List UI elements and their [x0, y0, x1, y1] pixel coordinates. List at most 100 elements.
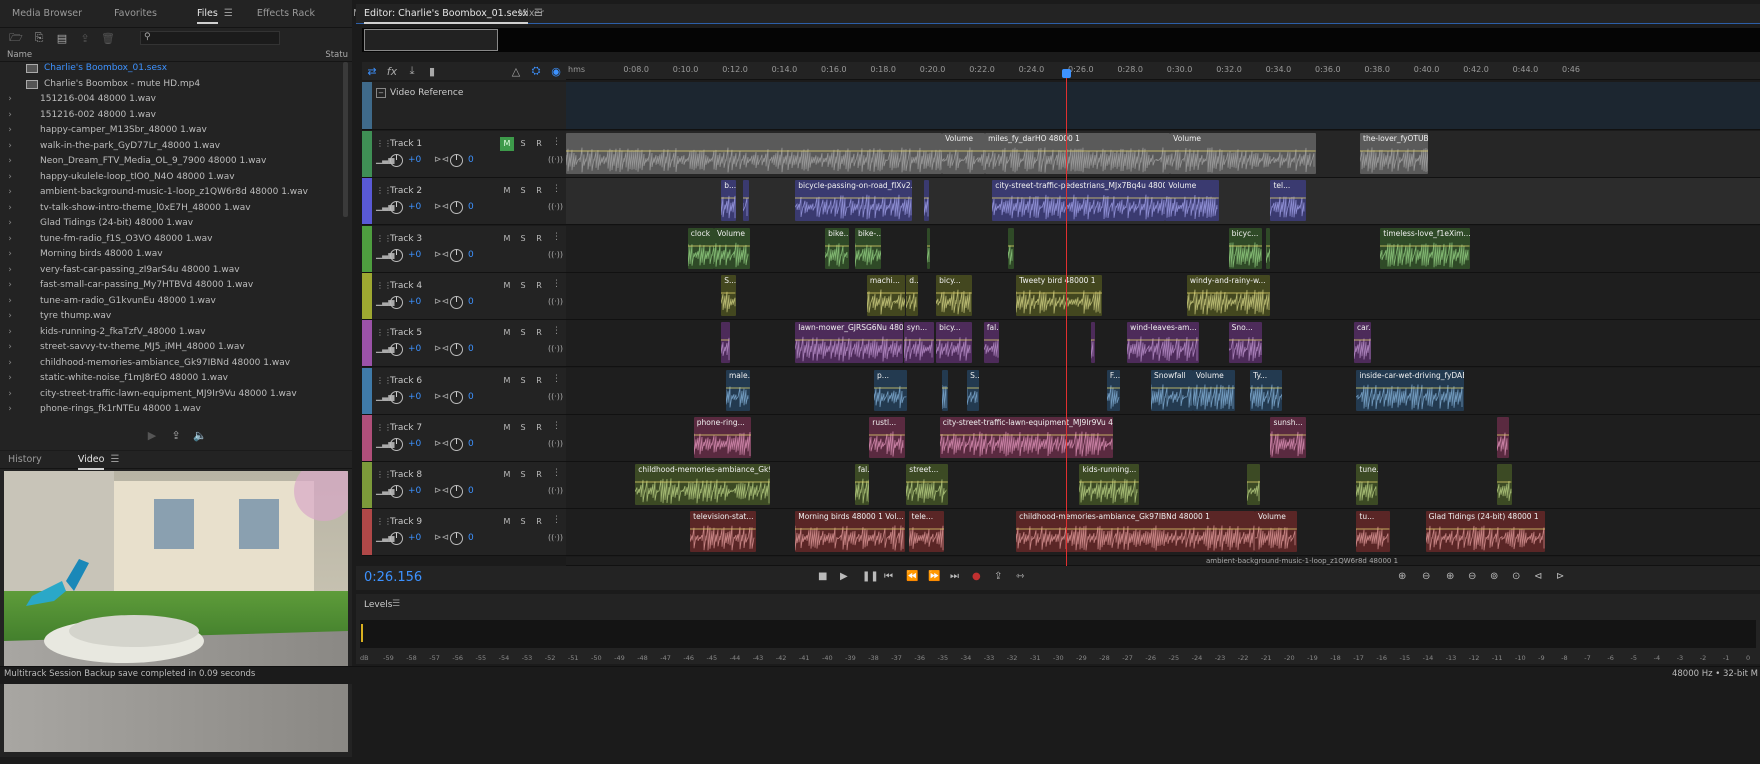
audio-clip[interactable]: fal...: [854, 464, 870, 506]
rewind-button[interactable]: ⏪: [906, 571, 918, 582]
playhead[interactable]: [1065, 70, 1067, 566]
solo-button[interactable]: S: [516, 374, 530, 388]
audio-clip[interactable]: fal...: [983, 322, 1000, 364]
mute-button[interactable]: M: [500, 515, 514, 529]
file-list-scrollbar[interactable]: [343, 62, 348, 217]
record-button[interactable]: ●: [972, 571, 981, 582]
record-arm-button[interactable]: R: [532, 374, 546, 388]
track-menu-icon[interactable]: ⋮: [552, 326, 561, 336]
record-arm-button[interactable]: R: [532, 137, 546, 151]
audio-clip[interactable]: wind-leaves-am...: [1127, 322, 1199, 364]
file-list-item[interactable]: › Glad Tidings (24-bit) 48000 1.wav: [0, 216, 340, 232]
file-list-item[interactable]: › ambient-background-music-1-loop_z1QW6r8…: [0, 185, 340, 201]
expand-chevron-icon[interactable]: ›: [0, 294, 20, 310]
new-file-icon[interactable]: ▤: [52, 32, 72, 45]
expand-chevron-icon[interactable]: ›: [0, 278, 20, 294]
pan-knob[interactable]: [450, 201, 463, 215]
tab-favorites[interactable]: Favorites: [94, 0, 169, 28]
audio-clip[interactable]: bike...: [825, 227, 849, 269]
time-display[interactable]: 0:26.156: [364, 570, 422, 585]
track-menu-icon[interactable]: ⋮: [552, 279, 561, 289]
audio-clip[interactable]: tele...: [908, 511, 945, 553]
input-output-icon[interactable]: ⇄: [362, 65, 382, 78]
audio-clip[interactable]: d...: [906, 274, 919, 316]
mute-button[interactable]: M: [500, 421, 514, 435]
audio-clip[interactable]: bicycle-passing-on-road_fIXv2...: [795, 180, 913, 222]
track-name[interactable]: Track 6: [390, 376, 422, 386]
audio-clip[interactable]: television-stat...: [690, 511, 756, 553]
track-input-icon[interactable]: ((·)): [548, 344, 563, 353]
audio-clip[interactable]: miles_fy_darHO 48000 1: [985, 133, 1171, 174]
timeline-ruler[interactable]: hms 0:08.0 0:10.0 0:12.0 0:14.0 0:16.0 0:18.0 0…: [566, 62, 1760, 80]
volume-value[interactable]: +0: [408, 439, 421, 449]
volume-knob[interactable]: [390, 437, 403, 451]
open-file-icon[interactable]: 🗁: [6, 29, 26, 48]
tab-files[interactable]: Files ☰: [169, 0, 245, 28]
track-menu-icon[interactable]: ⋮: [552, 374, 561, 384]
record-arm-button[interactable]: R: [532, 468, 546, 482]
file-list-item[interactable]: Charlie's Boombox - mute HD.mp4: [0, 77, 340, 93]
pan-value[interactable]: 0: [468, 439, 474, 449]
track-header[interactable]: ⋮⋮ Track 5 M S R ⋮ ▁▃▅ +0 ⊳⊲ 0 ((·)): [362, 320, 566, 368]
track-lane[interactable]: lawn-mower_GJRSG6Nu 48000...syn... bicy..…: [566, 320, 1760, 368]
audio-clip[interactable]: bike-...: [854, 227, 882, 269]
video-menu-icon[interactable]: ☰: [110, 454, 119, 465]
audio-clip[interactable]: phone-ring...: [693, 416, 752, 458]
audio-clip[interactable]: street...: [906, 464, 949, 506]
audio-clip[interactable]: Sno...: [1228, 322, 1263, 364]
expand-chevron-icon[interactable]: ›: [0, 201, 20, 217]
audio-clip[interactable]: [1265, 227, 1271, 269]
audio-clip[interactable]: S...: [721, 274, 736, 316]
audio-clip[interactable]: city-street-traffic-pedestrians_MJx7Bq4u…: [992, 180, 1166, 222]
audio-clip[interactable]: [926, 227, 931, 269]
track-menu-icon[interactable]: ⋮: [552, 137, 561, 147]
expand-chevron-icon[interactable]: ›: [0, 309, 20, 325]
audio-clip[interactable]: Volume: [714, 227, 750, 269]
track-lane[interactable]: clock Volume bike... bike-... bicyc... timele…: [566, 225, 1760, 273]
track-menu-icon[interactable]: ⋮: [552, 184, 561, 194]
file-list-item[interactable]: › tyre thump.wav: [0, 309, 340, 325]
audio-clip[interactable]: Volume: [1165, 180, 1220, 222]
file-list-item[interactable]: › phone-rings_fk1rNTEu 48000 1.wav: [0, 402, 340, 416]
pan-knob[interactable]: [450, 485, 463, 499]
pan-value[interactable]: 0: [468, 250, 474, 260]
audio-clip[interactable]: Morning birds 48000 1 Vol...: [795, 511, 906, 553]
zoom-in-left-icon[interactable]: ⊲: [1534, 571, 1542, 582]
audio-clip[interactable]: bicy...: [936, 322, 972, 364]
track-lane[interactable]: childhood-memories-ambiance_Gk97I... fal.…: [566, 462, 1760, 510]
pan-knob[interactable]: [450, 295, 463, 309]
track-name[interactable]: Track 8: [390, 470, 422, 480]
record-arm-button[interactable]: R: [532, 279, 546, 293]
file-list-item[interactable]: › childhood-memories-ambiance_Gk97IBNd 48…: [0, 356, 340, 372]
file-list-item[interactable]: › tv-talk-show-intro-theme_l0xE7H_48000 1…: [0, 201, 340, 217]
audio-clip[interactable]: bicy...: [936, 274, 972, 316]
solo-button[interactable]: S: [516, 326, 530, 340]
status-column-header[interactable]: Statu: [325, 50, 352, 60]
video-reference-lane[interactable]: [566, 82, 1760, 130]
file-list-item[interactable]: › kids-running-2_fkaTzfV_48000 1.wav: [0, 325, 340, 341]
file-list-item[interactable]: › very-fast-car-passing_zI9arS4u 48000 1.…: [0, 263, 340, 279]
volume-value[interactable]: +0: [408, 392, 421, 402]
expand-chevron-icon[interactable]: ›: [0, 356, 20, 372]
expand-chevron-icon[interactable]: ›: [0, 325, 20, 341]
record-arm-button[interactable]: R: [532, 515, 546, 529]
audio-clip[interactable]: bicyc...: [1228, 227, 1263, 269]
audio-clip[interactable]: tu...: [1356, 511, 1390, 553]
pause-button[interactable]: ❚❚: [862, 571, 879, 582]
audio-clip[interactable]: [924, 180, 929, 222]
play-preview-icon[interactable]: ▶: [142, 429, 162, 442]
metronome-icon[interactable]: △: [506, 65, 526, 78]
track-header[interactable]: ⋮⋮ Track 4 M S R ⋮ ▁▃▅ +0 ⊳⊲ 0 ((·)): [362, 272, 566, 320]
audio-clip[interactable]: inside-car-wet-driving_fyDAB...: [1356, 369, 1464, 411]
solo-button[interactable]: S: [516, 468, 530, 482]
export-preview-icon[interactable]: ⇪: [166, 429, 186, 442]
fast-forward-button[interactable]: ⏩: [928, 571, 940, 582]
overview-viewport[interactable]: [364, 29, 498, 51]
zoom-out-time-icon[interactable]: ⊖: [1468, 571, 1476, 582]
record-arm-button[interactable]: R: [532, 326, 546, 340]
audio-clip[interactable]: [742, 180, 749, 222]
pan-knob[interactable]: [450, 437, 463, 451]
audio-clip[interactable]: [721, 322, 730, 364]
tab-mixer[interactable]: Mixer: [506, 4, 556, 24]
expand-chevron-icon[interactable]: ›: [0, 247, 20, 263]
